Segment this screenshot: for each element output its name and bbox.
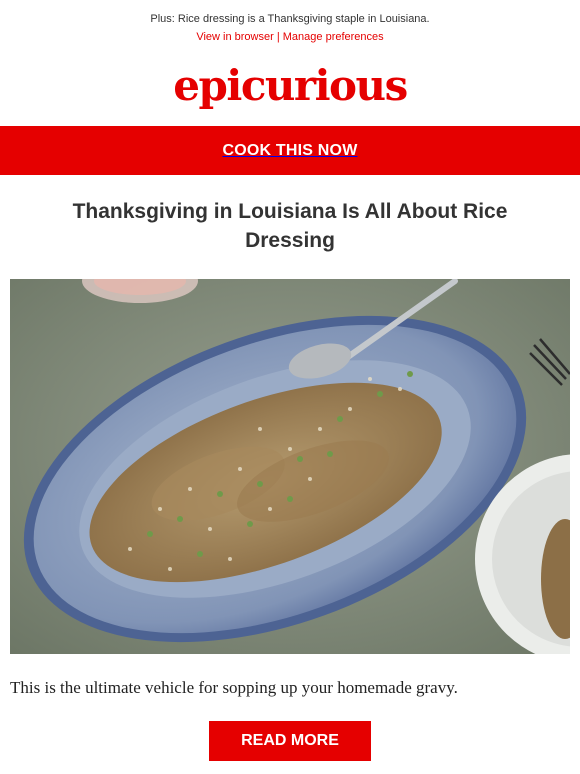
- cook-this-now-banner[interactable]: COOK THIS NOW: [0, 126, 580, 175]
- header-links: View in browser | Manage preferences: [0, 31, 580, 44]
- article-headline[interactable]: Thanksgiving in Louisiana Is All About R…: [30, 197, 550, 255]
- preheader-text: Plus: Rice dressing is a Thanksgiving st…: [150, 13, 430, 25]
- article-description: This is the ultimate vehicle for sopping…: [10, 678, 458, 697]
- view-in-browser-link[interactable]: View in browser: [196, 31, 273, 43]
- read-more-button[interactable]: READ MORE: [209, 721, 371, 761]
- manage-preferences-link[interactable]: Manage preferences: [283, 31, 384, 43]
- hero-image[interactable]: [10, 279, 570, 654]
- epicurious-logo[interactable]: epicurious: [0, 56, 580, 116]
- link-separator: |: [276, 31, 280, 43]
- banner-label: COOK THIS NOW: [222, 141, 358, 159]
- read-more-label: READ MORE: [241, 732, 339, 749]
